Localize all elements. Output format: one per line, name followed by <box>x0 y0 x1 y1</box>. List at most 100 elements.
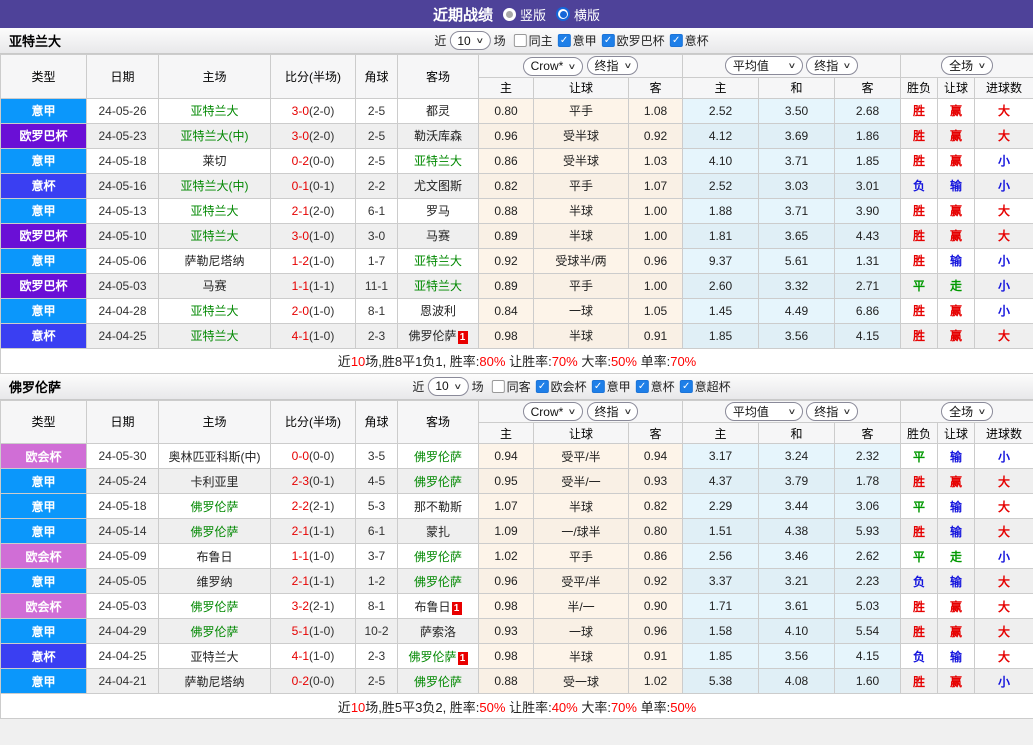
filter-checkbox[interactable]: ✓ 意甲 <box>591 378 631 395</box>
result-goals: 大 <box>974 222 1033 249</box>
odds-handicap: 半球 <box>533 493 629 519</box>
away-team-cell[interactable]: 那不勒斯 <box>397 493 479 519</box>
avg-odds-away: 1.31 <box>834 247 902 274</box>
filter-checkbox[interactable]: ✓ 意超杯 <box>679 378 731 395</box>
checkbox-icon[interactable]: ✓ <box>557 34 571 47</box>
away-team-cell[interactable]: 佛罗伦萨 <box>397 543 479 569</box>
home-team-cell[interactable]: 佛罗伦萨 <box>158 618 271 644</box>
odds-company-select[interactable]: Crow* ∨ <box>522 402 584 421</box>
away-team-cell[interactable]: 亚特兰大 <box>397 272 479 299</box>
table-row: 意杯 24-04-25 亚特兰大 4-1(1-0) 2-3 佛罗伦萨 1 0.98… <box>0 322 1033 349</box>
home-team-cell[interactable]: 萨勒尼塔纳 <box>158 247 271 274</box>
away-team-cell[interactable]: 佛罗伦萨 <box>397 443 479 469</box>
match-date: 24-05-26 <box>86 97 159 124</box>
home-team-cell[interactable]: 马赛 <box>158 272 271 299</box>
home-team-cell[interactable]: 亚特兰大 <box>158 97 271 124</box>
avg-odds-away: 1.60 <box>834 668 902 694</box>
odds-company-select[interactable]: Crow* ∨ <box>522 56 584 76</box>
filter-checkbox[interactable]: ✓ 意杯 <box>635 378 675 395</box>
checkbox-icon[interactable]: ✓ <box>591 379 605 393</box>
checkbox-icon[interactable]: ✓ <box>635 379 649 393</box>
radio-selected-icon[interactable] <box>556 7 570 21</box>
section-header: 佛罗伦萨 近 10 ∨ 场 同客 ✓ 欧会杯 ✓ 意甲 ✓ 意杯 ✓ 意超杯 <box>0 373 1033 400</box>
home-team-cell[interactable]: 佛罗伦萨 <box>158 593 271 619</box>
away-team-cell[interactable]: 萨索洛 <box>397 618 479 644</box>
away-team-cell[interactable]: 蒙扎 <box>397 518 479 544</box>
away-team-cell[interactable]: 罗马 <box>397 197 479 224</box>
away-team-cell[interactable]: 佛罗伦萨 <box>397 668 479 694</box>
odds-time-select[interactable]: 终指 ∨ <box>586 56 639 75</box>
odds-time-select[interactable]: 终指 ∨ <box>586 401 639 421</box>
checkbox-icon[interactable]: ✓ <box>601 34 615 47</box>
home-team-cell[interactable]: 布鲁日 <box>158 543 271 569</box>
home-team-cell[interactable]: 萨勒尼塔纳 <box>158 668 271 694</box>
match-count-select[interactable]: 10 ∨ <box>427 376 469 396</box>
home-team-cell[interactable]: 亚特兰大 <box>158 322 271 349</box>
odds-company-header: Crow* ∨ 终指 ∨ <box>477 399 684 423</box>
filter-checkbox[interactable]: ✓ 欧会杯 <box>535 378 587 395</box>
recent-prefix-label: 近 <box>412 379 425 394</box>
fullmatch-select[interactable]: 全场 ∨ <box>941 56 993 76</box>
checkbox-icon[interactable]: ✓ <box>535 379 549 393</box>
away-team-cell[interactable]: 都灵 <box>397 97 479 124</box>
layout-radio-horizontal[interactable]: 横版 <box>556 5 600 24</box>
home-team-cell[interactable]: 亚特兰大 <box>158 297 271 324</box>
result-goals: 大 <box>974 97 1033 124</box>
filter-checkbox[interactable]: 同主 <box>513 32 553 49</box>
avg-time-select[interactable]: 终指 ∨ <box>806 401 859 421</box>
league-type-badge: 意杯 <box>0 322 87 349</box>
avg-odds-select[interactable]: 平均值 ∨ <box>724 56 803 76</box>
away-team-cell[interactable]: 佛罗伦萨 1 <box>397 643 479 669</box>
away-team-cell[interactable]: 马赛 <box>397 222 479 249</box>
home-team-cell[interactable]: 亚特兰大 <box>158 197 271 224</box>
away-team-cell[interactable]: 恩波利 <box>397 297 479 324</box>
home-team-name: 亚特兰大 <box>190 229 239 243</box>
layout-radio-vertical[interactable]: 竖版 <box>502 5 546 24</box>
home-team-cell[interactable]: 亚特兰大 <box>158 222 271 249</box>
filter-checkbox[interactable]: ✓ 欧罗巴杯 <box>601 32 665 49</box>
score-cell: 3-2(2-1) <box>270 593 356 619</box>
checkbox-label: 同主 <box>528 34 553 48</box>
home-team-cell[interactable]: 亚特兰大 <box>158 643 271 669</box>
table-row: 欧罗巴杯 24-05-10 亚特兰大 3-0(1-0) 3-0 马赛 0.89 … <box>0 222 1033 249</box>
sub-avg-home: 主 <box>682 76 760 99</box>
home-team-cell[interactable]: 莱切 <box>158 147 271 174</box>
match-count-select[interactable]: 10 ∨ <box>449 31 491 50</box>
checkbox-icon[interactable]: ✓ <box>679 379 693 393</box>
checkbox-icon[interactable] <box>491 379 505 393</box>
away-team-cell[interactable]: 勒沃库森 <box>397 122 479 149</box>
away-team-cell[interactable]: 佛罗伦萨 <box>397 568 479 594</box>
home-team-cell[interactable]: 维罗纳 <box>158 568 271 594</box>
filter-checkbox[interactable]: ✓ 意甲 <box>557 32 597 49</box>
avg-odds-select[interactable]: 平均值 ∨ <box>724 401 803 421</box>
sub-avg-away: 客 <box>834 422 902 444</box>
result-handicap: 赢 <box>937 668 976 694</box>
checkbox-label: 意甲 <box>572 34 597 48</box>
score-cell: 4-1(1-0) <box>270 643 356 669</box>
away-team-cell[interactable]: 亚特兰大 <box>397 147 479 174</box>
fullmatch-select[interactable]: 全场 ∨ <box>941 401 993 421</box>
checkbox-icon[interactable] <box>513 34 527 47</box>
away-team-cell[interactable]: 亚特兰大 <box>397 247 479 274</box>
away-team-cell[interactable]: 佛罗伦萨 1 <box>397 322 479 349</box>
fulltime-score: 4-1 <box>291 649 309 663</box>
radio-unselected-icon[interactable] <box>502 7 516 21</box>
table-row: 欧会杯 24-05-30 奥林匹亚科斯(中) 0-0(0-0) 3-5 佛罗伦萨… <box>0 443 1033 469</box>
away-team-cell[interactable]: 尤文图斯 <box>397 172 479 199</box>
avg-time-select[interactable]: 终指 ∨ <box>806 56 859 76</box>
filter-checkbox[interactable]: 同客 <box>491 378 531 395</box>
league-type-badge: 欧罗巴杯 <box>0 122 87 149</box>
home-team-cell[interactable]: 佛罗伦萨 <box>158 493 271 519</box>
away-team-cell[interactable]: 佛罗伦萨 <box>397 468 479 494</box>
home-team-cell[interactable]: 亚特兰大(中) <box>158 122 271 149</box>
home-team-cell[interactable]: 卡利亚里 <box>158 468 271 494</box>
filter-checkbox[interactable]: ✓ 意杯 <box>669 32 709 49</box>
match-date: 24-05-30 <box>86 443 159 469</box>
away-team-cell[interactable]: 布鲁日 1 <box>397 593 479 619</box>
sub-avg-draw: 和 <box>758 76 836 99</box>
home-team-cell[interactable]: 佛罗伦萨 <box>158 518 271 544</box>
home-team-cell[interactable]: 亚特兰大(中) <box>158 172 271 199</box>
checkbox-icon[interactable]: ✓ <box>669 34 683 47</box>
home-team-cell[interactable]: 奥林匹亚科斯(中) <box>158 443 271 469</box>
fulltime-score: 5-1 <box>291 624 309 638</box>
